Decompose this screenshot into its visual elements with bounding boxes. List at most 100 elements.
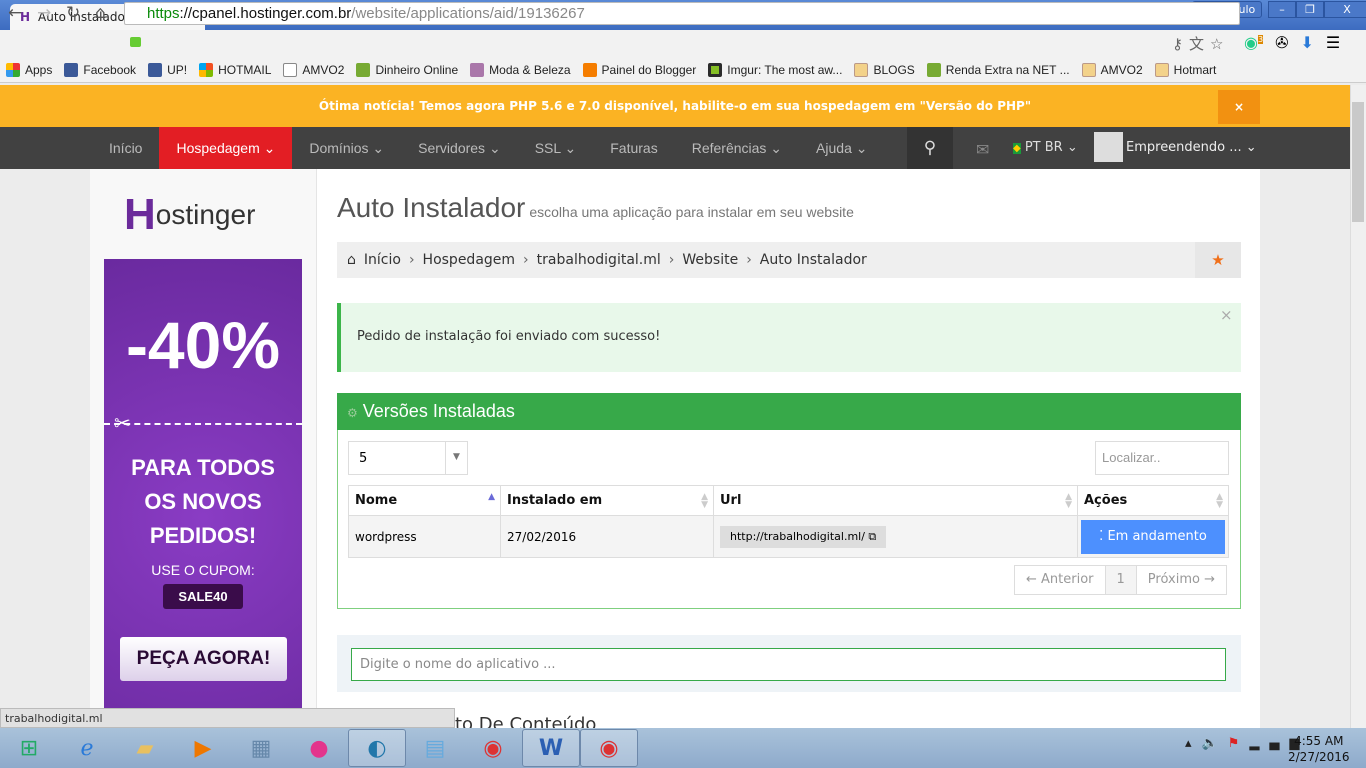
lock-icon [130, 37, 141, 47]
crumb-inicio[interactable]: Início [364, 252, 401, 268]
brazil-flag-icon: ◆ [1013, 143, 1021, 154]
page-title: Auto Instalador escolha uma aplicação par… [337, 192, 854, 223]
table-search-input[interactable]: Localizar.. [1095, 441, 1229, 475]
coupon-code: SALE40 [163, 584, 243, 609]
bookmark-folder-hotmart[interactable]: Hotmart [1154, 62, 1216, 77]
nav-hospedagem[interactable]: Hospedagem ⌄ [159, 127, 293, 169]
nav-referencias[interactable]: Referências ⌄ [675, 127, 799, 169]
bookmark-dinheiro-online[interactable]: Dinheiro Online [356, 62, 458, 77]
action-center-flag-icon: ⚑ [1227, 736, 1250, 751]
link-status-bar: trabalhodigital.ml [0, 708, 455, 728]
nav-ajuda[interactable]: Ajuda ⌄ [799, 127, 884, 169]
next-page-button[interactable]: Próximo → [1137, 566, 1226, 594]
favorite-star-icon[interactable]: ★ [1195, 242, 1241, 278]
crumb-website[interactable]: Website [682, 252, 738, 268]
bookmark-apps[interactable]: Apps [6, 62, 52, 77]
file-explorer-icon[interactable]: ▰ [116, 729, 174, 767]
bookmark-blogger[interactable]: Painel do Blogger [582, 62, 696, 77]
notepad-icon[interactable]: ▤ [406, 729, 464, 767]
imgur-icon [708, 62, 723, 77]
minimize-button[interactable]: – [1268, 1, 1296, 18]
hostinger-logo[interactable]: Hostinger [124, 190, 255, 240]
translate-icon[interactable]: 文 [1189, 35, 1210, 53]
in-progress-button[interactable]: ⁚ Em andamento [1081, 519, 1225, 554]
scrollbar-thumb[interactable] [1352, 102, 1364, 222]
app-search-input[interactable]: Digite o nome do aplicativo ... [351, 648, 1226, 681]
panel-header: ⚙ Versões Instaladas [337, 393, 1241, 430]
bookmark-folder-amvo2[interactable]: AMVO2 [1081, 62, 1143, 77]
crumb-hospedagem[interactable]: Hospedagem [423, 252, 516, 268]
app-w-icon[interactable]: ● [290, 729, 348, 767]
site-url-link[interactable]: http://trabalhodigital.ml/ ⧉ [720, 525, 887, 548]
alert-close-icon[interactable]: × [1220, 306, 1233, 324]
page-icon [283, 62, 298, 77]
external-link-icon: ⧉ [868, 529, 877, 543]
close-window-button[interactable]: X [1324, 1, 1366, 18]
pagination: ← Anterior 1 Próximo → [1014, 565, 1227, 595]
bookmark-facebook[interactable]: Facebook [64, 62, 136, 77]
bookmarks-bar: Apps Facebook UP! HOTMAIL AMVO2 Dinheiro… [0, 57, 1366, 83]
folder-icon [1081, 62, 1096, 77]
clock[interactable]: 4:55 AM 2/27/2016 [1288, 733, 1350, 765]
download-icon[interactable]: ⬇ [1300, 33, 1313, 52]
search-icon[interactable]: ⚲ [907, 127, 953, 169]
language-selector[interactable]: ◆ PT BR ⌄ [1013, 140, 1078, 155]
forward-icon[interactable]: → [37, 3, 51, 23]
avatar[interactable] [1094, 132, 1123, 162]
tab-title: Auto Instalador [38, 10, 130, 24]
browser-toolbar [0, 30, 1366, 57]
folder-icon [854, 62, 869, 77]
col-nome[interactable]: Nome ▲ [348, 485, 501, 516]
gears-icon: ⚙ [347, 406, 358, 420]
mail-icon[interactable]: ✉ [976, 140, 989, 159]
extension-icon[interactable]: ◉3 [1244, 33, 1264, 52]
col-acoes[interactable]: Ações ▲ ▼ [1077, 485, 1229, 516]
order-now-button[interactable]: PEÇA AGORA! [120, 637, 287, 681]
bookmark-star-icon[interactable]: ☆ [1210, 35, 1229, 53]
menu-icon[interactable]: ☰ [1326, 33, 1340, 52]
media-player-icon[interactable]: ▶ [174, 729, 232, 767]
account-menu[interactable]: Empreendendo ... ⌄ [1126, 140, 1257, 155]
key-icon[interactable]: ⚷ [1172, 35, 1189, 53]
chrome-icon[interactable]: ◉ [580, 729, 638, 767]
home-icon[interactable]: ⌂ [95, 3, 106, 23]
media-app-icon[interactable]: ◐ [348, 729, 406, 767]
page-1-button[interactable]: 1 [1105, 566, 1137, 594]
film-reel-icon[interactable]: ✇ [1275, 33, 1288, 52]
address-bar[interactable]: https://cpanel.hostinger.com.br/website/… [124, 2, 1240, 25]
bookmark-imgur[interactable]: Imgur: The most aw... [708, 62, 842, 77]
bookmark-folder-blogs[interactable]: BLOGS [854, 62, 915, 77]
chrome-icon[interactable]: ◉ [464, 729, 522, 767]
reload-icon[interactable]: ↻ [66, 3, 80, 23]
promo-ad[interactable]: -40% ✂ PARA TODOS OS NOVOS PEDIDOS! USE O … [104, 259, 302, 729]
sort-icon: ▲ ▼ [1216, 492, 1223, 510]
nav-inicio[interactable]: Início [92, 127, 159, 169]
sort-asc-icon: ▲ [488, 492, 495, 502]
bookmark-renda-extra[interactable]: Renda Extra na NET ... [926, 62, 1070, 77]
nav-faturas[interactable]: Faturas [593, 127, 674, 169]
sort-icon: ▲ ▼ [701, 492, 708, 510]
volume-icon: 🔈 [1201, 736, 1228, 751]
bookmark-hotmail[interactable]: HOTMAIL [199, 62, 271, 77]
nav-ssl[interactable]: SSL ⌄ [518, 127, 594, 169]
nav-dominios[interactable]: Domínios ⌄ [292, 127, 401, 169]
bookmark-up[interactable]: UP! [148, 62, 187, 77]
installed-table: Nome ▲ Instalado em ▲ ▼ Url ▲ ▼ Ações ▲ ▼ wordp… [348, 485, 1229, 558]
start-button-icon[interactable]: ⊞ [0, 729, 58, 767]
restore-button[interactable]: ❐ [1296, 1, 1324, 18]
nav-servidores[interactable]: Servidores ⌄ [401, 127, 518, 169]
word-icon[interactable]: W [522, 729, 580, 767]
page-length-select[interactable]: 5 ▼ [348, 441, 468, 475]
bookmark-moda-beleza[interactable]: Moda & Beleza [470, 62, 571, 77]
internet-explorer-icon[interactable]: ℯ [58, 729, 116, 767]
col-url[interactable]: Url ▲ ▼ [713, 485, 1078, 516]
site-icon [926, 62, 941, 77]
bookmark-amvo2[interactable]: AMVO2 [283, 62, 344, 77]
back-icon[interactable]: ← [8, 3, 22, 23]
calculator-icon[interactable]: ▦ [232, 729, 290, 767]
banner-close-button[interactable]: × [1218, 90, 1260, 124]
scissors-icon: ✂ [114, 413, 131, 435]
crumb-domain[interactable]: trabalhodigital.ml [537, 252, 661, 268]
prev-page-button[interactable]: ← Anterior [1015, 566, 1106, 594]
col-instalado[interactable]: Instalado em ▲ ▼ [500, 485, 714, 516]
